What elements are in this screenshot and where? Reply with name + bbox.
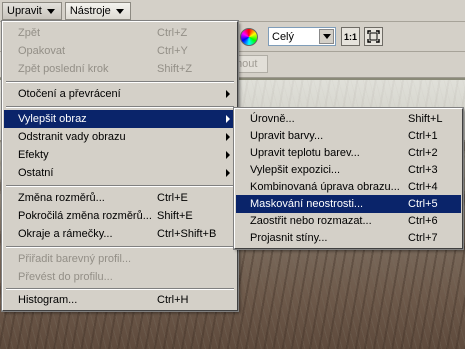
menu-item-label: Zpět poslední krok (18, 63, 109, 75)
menu-item-opakovat[interactable]: Opakovat Ctrl+Y (4, 42, 236, 60)
menu-separator (6, 246, 234, 248)
menu-item-prevest-profil[interactable]: Převést do profilu... (4, 268, 236, 286)
menu-item-shortcut: Ctrl+E (157, 192, 188, 204)
menu-item-okraje[interactable]: Okraje a rámečky... Ctrl+Shift+B (4, 225, 236, 243)
menu-item-shortcut: Ctrl+2 (408, 147, 438, 159)
chevron-down-icon (319, 29, 334, 44)
submenu-item-teplota-barev[interactable]: Upravit teplotu barev... Ctrl+2 (236, 144, 461, 162)
menu-item-shortcut: Ctrl+Shift+B (157, 228, 217, 240)
menu-item-vylepsit-obraz[interactable]: Vylepšit obraz (4, 110, 236, 128)
menu-item-label: Odstranit vady obrazu (18, 131, 126, 143)
menu-item-shortcut: Shift+L (408, 113, 443, 125)
menu-item-label: Histogram... (18, 294, 78, 306)
menu-item-shortcut: Ctrl+7 (408, 232, 438, 244)
menu-item-zmena-rozmeru[interactable]: Změna rozměrů... Ctrl+E (4, 189, 236, 207)
menu-item-shortcut: Ctrl+3 (408, 164, 438, 176)
menu-item-otoceni[interactable]: Otočení a převrácení (4, 85, 236, 103)
submenu-item-kombinovana[interactable]: Kombinovaná úprava obrazu... Ctrl+4 (236, 178, 461, 196)
menu-item-label: Převést do profilu... (18, 271, 113, 283)
menu-item-shortcut: Ctrl+Z (157, 27, 188, 39)
actual-size-button[interactable]: 1:1 (341, 27, 360, 46)
menu-item-label: Opakovat (18, 45, 66, 57)
vylepsit-obraz-submenu: Úrovně... Shift+L Upravit barvy... Ctrl+… (233, 107, 464, 250)
menu-item-priradit-profil[interactable]: Přiřadit barevný profil... (4, 250, 236, 268)
menu-item-pokrocila-zmena[interactable]: Pokročilá změna rozměrů... Shift+E (4, 207, 236, 225)
chevron-down-icon (114, 6, 126, 16)
submenu-arrow-icon (226, 133, 230, 141)
menu-item-zpet-posledni-krok[interactable]: Zpět poslední krok Shift+Z (4, 60, 236, 78)
submenu-item-zaostrit[interactable]: Zaostřit nebo rozmazat... Ctrl+6 (236, 212, 461, 230)
menu-item-label: Zpět (18, 27, 41, 39)
menu-separator (6, 81, 234, 83)
menu-upravit-label: Upravit (7, 4, 42, 17)
menu-upravit[interactable]: Upravit (2, 1, 62, 20)
submenu-item-upravit-barvy[interactable]: Upravit barvy... Ctrl+1 (236, 127, 461, 145)
fit-to-window-icon (367, 30, 380, 43)
menu-item-efekty[interactable]: Efekty (4, 146, 236, 164)
menu-item-shortcut: Ctrl+H (157, 294, 189, 306)
menu-nastroje-label: Nástroje (69, 4, 111, 17)
menu-separator (6, 288, 234, 290)
menu-item-label: Otočení a převrácení (18, 88, 121, 100)
menu-item-odstranit-vady[interactable]: Odstranit vady obrazu (4, 128, 236, 146)
menu-item-shortcut: Ctrl+Y (157, 45, 188, 57)
color-wheel-icon[interactable] (240, 28, 258, 46)
menu-item-zpet[interactable]: Zpět Ctrl+Z (4, 24, 236, 42)
actual-size-label: 1:1 (343, 31, 357, 42)
menu-item-label: Ostatní (18, 167, 54, 179)
submenu-item-projasnit[interactable]: Projasnit stíny... Ctrl+7 (236, 229, 461, 247)
submenu-item-expozice[interactable]: Vylepšit expozici... Ctrl+3 (236, 161, 461, 179)
chevron-down-icon (45, 6, 57, 16)
zoom-select[interactable]: Celý (268, 27, 336, 46)
menu-item-label: Přiřadit barevný profil... (18, 253, 132, 265)
menu-item-shortcut: Ctrl+6 (408, 215, 438, 227)
zoom-select-value: Celý (272, 30, 295, 43)
fit-to-window-button[interactable] (364, 27, 383, 46)
submenu-arrow-icon (226, 151, 230, 159)
menu-item-shortcut: Shift+E (157, 210, 193, 222)
menu-item-histogram[interactable]: Histogram... Ctrl+H (4, 291, 236, 309)
menu-item-ostatni[interactable]: Ostatní (4, 164, 236, 182)
menu-item-label: Změna rozměrů... (18, 192, 105, 204)
menu-item-label: Vylepšit obraz (18, 113, 87, 125)
menu-item-label: Pokročilá změna rozměrů... (18, 210, 152, 222)
menu-item-label: Efekty (18, 149, 49, 161)
menu-separator (6, 106, 234, 108)
submenu-arrow-icon (226, 169, 230, 177)
submenu-arrow-icon (226, 115, 230, 123)
submenu-arrow-icon (226, 90, 230, 98)
menu-item-shortcut: Ctrl+4 (408, 181, 438, 193)
menu-item-shortcut: Shift+Z (157, 63, 193, 75)
menu-item-shortcut: Ctrl+5 (408, 198, 438, 210)
menu-separator (6, 185, 234, 187)
submenu-item-maskovani[interactable]: Maskování neostrosti... Ctrl+5 (236, 195, 461, 213)
menu-item-shortcut: Ctrl+1 (408, 130, 438, 142)
upravit-menu: Zpět Ctrl+Z Opakovat Ctrl+Y Zpět posledn… (1, 20, 239, 312)
menu-nastroje[interactable]: Nástroje (64, 1, 131, 20)
menu-bar: Upravit Nástroje (0, 0, 465, 22)
submenu-item-urovne[interactable]: Úrovně... Shift+L (236, 110, 461, 128)
